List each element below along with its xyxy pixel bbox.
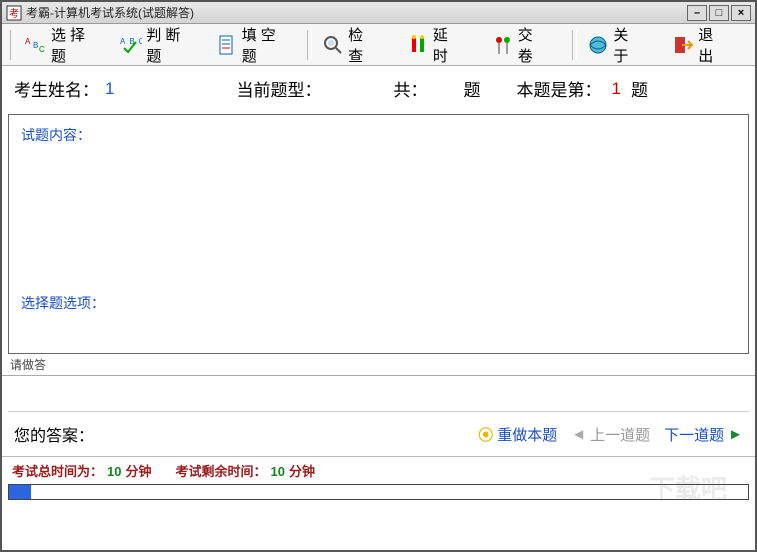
exit-icon	[672, 34, 694, 56]
judge-question-button[interactable]: ABC 判断题	[114, 21, 207, 69]
info-row: 考生姓名： 1 当前题型： 共： 题 本题是第： 1 题	[2, 66, 755, 114]
arrow-right-icon: ►	[728, 426, 743, 443]
current-number: 1	[611, 79, 620, 99]
instruction-label: 请做答	[2, 354, 755, 376]
candidate-name-label: 考生姓名：	[14, 76, 99, 101]
remaining-time-text: 考试剩余时间：10分钟	[176, 461, 316, 480]
answer-input-area[interactable]	[8, 376, 749, 412]
hourglass-icon	[407, 34, 429, 56]
globe-icon	[587, 34, 609, 56]
total-label: 共：	[393, 76, 427, 101]
current-unit: 题	[631, 76, 648, 101]
status-row: 考试总时间为：10分钟 考试剩余时间：10分钟	[2, 457, 755, 482]
warning-icon: ⦿	[478, 424, 493, 445]
fill-question-button[interactable]: 填空题	[210, 21, 303, 69]
redo-button[interactable]: ⦿ 重做本题	[478, 424, 557, 445]
magnify-icon	[322, 34, 344, 56]
svg-text:ABC: ABC	[120, 37, 142, 46]
abc-icon: ABC	[25, 34, 47, 56]
progress-fill	[9, 485, 31, 499]
answer-row: 您的答案： ⦿ 重做本题 ◄ 上一道题 下一道题 ►	[2, 412, 755, 457]
exit-button[interactable]: 退 出	[666, 21, 749, 69]
submit-button[interactable]: 交 卷	[486, 21, 569, 69]
app-icon: 考	[6, 5, 22, 21]
svg-text:考: 考	[9, 8, 19, 20]
arrow-left-icon: ◄	[571, 426, 586, 443]
check-x-icon: ABC	[120, 34, 142, 56]
toolbar: ABC 选择题 ABC 判断题 填空题 检 查 延 时 交 卷 关 于	[2, 24, 755, 66]
prev-question-button[interactable]: ◄ 上一道题	[571, 424, 650, 445]
delay-button[interactable]: 延 时	[401, 21, 484, 69]
minimize-button[interactable]: –	[687, 5, 707, 21]
notebook-icon	[216, 34, 238, 56]
next-question-button[interactable]: 下一道题 ►	[664, 424, 743, 445]
question-type-label: 当前题型：	[236, 76, 321, 101]
current-label: 本题是第：	[516, 76, 601, 101]
question-content-area	[21, 151, 736, 293]
check-button[interactable]: 检 查	[316, 21, 399, 69]
window-title: 考霸-计算机考试系统(试题解答)	[26, 4, 687, 21]
choice-question-button[interactable]: ABC 选择题	[19, 21, 112, 69]
maximize-button[interactable]: □	[709, 5, 729, 21]
flags-icon	[492, 34, 514, 56]
total-time-text: 考试总时间为：10分钟	[12, 461, 152, 480]
candidate-name-value: 1	[105, 79, 114, 99]
close-button[interactable]: ×	[731, 5, 751, 21]
about-button[interactable]: 关 于	[581, 21, 664, 69]
progress-bar	[8, 484, 749, 500]
svg-text:C: C	[39, 45, 47, 54]
total-unit: 题	[463, 76, 480, 101]
question-panel: 试题内容： 选择题选项：	[8, 114, 749, 354]
question-content-label: 试题内容：	[21, 125, 736, 145]
your-answer-label: 您的答案：	[14, 422, 94, 446]
question-options-label: 选择题选项：	[21, 293, 736, 313]
